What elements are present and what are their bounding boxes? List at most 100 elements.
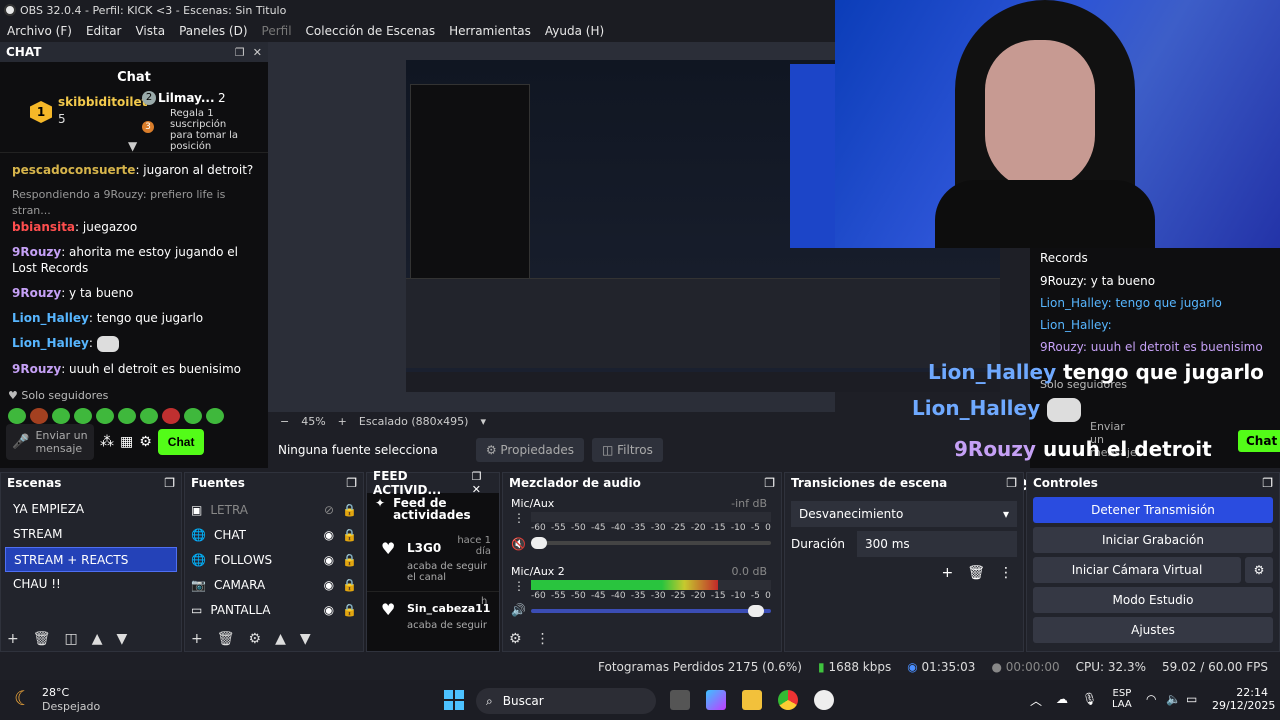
onedrive-icon[interactable]: ☁ (1056, 692, 1068, 706)
menu-icon[interactable]: ⋮ (999, 565, 1013, 581)
undock-icon[interactable]: ❐ (346, 476, 357, 490)
source-item[interactable]: 🌐 FOLLOWS ◉ 🔒 (185, 547, 363, 572)
obs-taskbar-icon[interactable] (814, 690, 834, 710)
volume-slider[interactable] (531, 537, 771, 549)
undock-icon[interactable]: ❐ (472, 470, 482, 483)
chat-dock: CHAT ❐ ✕ Chat 1 skibbiditoilet 5 2 Lilmay… (0, 42, 268, 468)
undock-icon[interactable]: ❐ (1006, 476, 1017, 490)
visibility-icon[interactable]: ◉ (324, 553, 334, 567)
chat-input[interactable]: 🎤 Enviar un mensaje (6, 424, 94, 460)
clock[interactable]: 22:14 29/12/2025 (1212, 686, 1275, 712)
scene-item[interactable]: CHAU !! (5, 572, 177, 597)
undock-icon[interactable]: ❐ (164, 476, 175, 490)
volume-icon[interactable]: 🔈 (1166, 692, 1181, 706)
gear-icon[interactable]: ⚙ (509, 631, 522, 647)
tray-chevron-icon[interactable]: ︿ (1030, 692, 1042, 709)
visibility-icon[interactable]: ◉ (324, 603, 334, 617)
channel-menu-icon[interactable]: ⋮ (513, 579, 525, 593)
source-item[interactable]: ▭ PANTALLA ◉ 🔒 (185, 597, 363, 622)
store-icon[interactable]: ▦ (120, 434, 133, 450)
move-up-icon[interactable]: ▲ (275, 631, 286, 647)
speaker-icon[interactable]: 🔊 (511, 603, 526, 617)
close-icon[interactable]: ✕ (253, 46, 262, 59)
muted-speaker-icon[interactable]: 🔇 (511, 537, 526, 551)
microphone-icon[interactable]: 🎙 (1082, 692, 1097, 706)
menu-icon[interactable]: ⋮ (536, 631, 550, 647)
weather-icon[interactable]: ☾ (14, 686, 32, 710)
taskbar-search[interactable]: ⌕ Buscar (476, 688, 656, 714)
menu-perfil[interactable]: Perfil (255, 24, 299, 38)
menu-ayuda[interactable]: Ayuda (H) (538, 24, 611, 38)
scene-item[interactable]: YA EMPIEZA (5, 497, 177, 522)
filters-button[interactable]: ◫ Filtros (592, 438, 663, 462)
stop-streaming-button[interactable]: Detener Transmisión (1033, 497, 1273, 523)
trash-icon[interactable]: 🗑 (33, 631, 51, 647)
windows-start-icon[interactable] (444, 690, 464, 710)
zoom-out-button[interactable]: − (280, 415, 289, 428)
undock-icon[interactable]: ❐ (235, 46, 245, 59)
lock-icon[interactable]: 🔒 (342, 553, 357, 567)
menu-editar[interactable]: Editar (79, 24, 129, 38)
zoom-in-button[interactable]: + (338, 415, 347, 428)
gear-icon[interactable]: ⚙ (249, 631, 262, 647)
close-icon[interactable]: ✕ (472, 483, 481, 496)
duration-input[interactable]: 300 ms (857, 531, 1017, 557)
lock-icon[interactable]: 🔒 (342, 578, 357, 592)
copilot-icon[interactable] (706, 690, 726, 710)
trash-icon[interactable]: 🗑 (217, 631, 235, 647)
undock-icon[interactable]: ❐ (1262, 476, 1273, 490)
wifi-icon[interactable]: ◠ (1146, 692, 1156, 706)
properties-button[interactable]: ⚙ Propiedades (475, 438, 584, 462)
channel-menu-icon[interactable]: ⋮ (513, 511, 525, 525)
virtual-camera-settings-icon[interactable]: ⚙ (1245, 557, 1273, 583)
add-icon[interactable]: + (941, 565, 953, 581)
menu-coleccion[interactable]: Colección de Escenas (299, 24, 443, 38)
volume-slider[interactable] (531, 605, 771, 617)
microphone-icon[interactable]: 🎤 (12, 434, 29, 450)
scene-item-selected[interactable]: STREAM + REACTS (5, 547, 177, 572)
source-item[interactable]: ▣ LETRA ⊘ 🔒 (185, 497, 363, 522)
lock-icon[interactable]: 🔒 (342, 528, 357, 542)
add-icon[interactable]: + (7, 631, 19, 647)
scaling-label[interactable]: Escalado (880x495) (359, 415, 469, 428)
text-icon: ▣ (191, 502, 203, 517)
lock-icon[interactable]: 🔒 (342, 503, 357, 517)
transition-select[interactable]: Desvanecimiento ▾ (791, 501, 1017, 527)
task-view-icon[interactable] (670, 690, 690, 710)
scene-item[interactable]: STREAM (5, 522, 177, 547)
file-explorer-icon[interactable] (742, 690, 762, 710)
move-down-icon[interactable]: ▼ (117, 631, 128, 647)
settings-gear-icon[interactable]: ⚙ (139, 434, 152, 450)
expand-icon[interactable]: ▼ (128, 139, 137, 153)
weather-temp[interactable]: 28°C (42, 686, 69, 699)
emote-picker-icon[interactable]: ⁂ (100, 434, 114, 450)
trash-icon[interactable]: 🗑 (967, 565, 985, 581)
chat-send-button[interactable]: Chat (157, 429, 205, 455)
studio-mode-button[interactable]: Modo Estudio (1033, 587, 1273, 613)
move-up-icon[interactable]: ▲ (92, 631, 103, 647)
add-icon[interactable]: + (191, 631, 203, 647)
menu-vista[interactable]: Vista (128, 24, 172, 38)
start-virtual-camera-button[interactable]: Iniciar Cámara Virtual (1033, 557, 1241, 583)
input-language[interactable]: ESP LAA (1112, 688, 1132, 710)
lock-icon[interactable]: 🔒 (342, 603, 357, 617)
undock-icon[interactable]: ❐ (764, 476, 775, 490)
scaling-dropdown-icon[interactable]: ▾ (480, 415, 486, 428)
source-item[interactable]: 📷 CAMARA ◉ 🔒 (185, 572, 363, 597)
menu-paneles[interactable]: Paneles (D) (172, 24, 254, 38)
visibility-icon[interactable]: ◉ (324, 578, 334, 592)
move-down-icon[interactable]: ▼ (300, 631, 311, 647)
volume-knob[interactable] (747, 605, 764, 617)
menu-archivo[interactable]: Archivo (F) (0, 24, 79, 38)
weather-desc[interactable]: Despejado (42, 700, 100, 713)
volume-knob[interactable] (531, 537, 547, 549)
menu-herramientas[interactable]: Herramientas (442, 24, 538, 38)
battery-icon[interactable]: ▭ (1186, 692, 1197, 706)
filter-icon[interactable]: ◫ (65, 631, 78, 647)
settings-button[interactable]: Ajustes (1033, 617, 1273, 643)
source-item[interactable]: 🌐 CHAT ◉ 🔒 (185, 522, 363, 547)
visibility-icon[interactable]: ◉ (324, 528, 334, 542)
start-recording-button[interactable]: Iniciar Grabación (1033, 527, 1273, 553)
chrome-icon[interactable] (778, 690, 798, 710)
visibility-hidden-icon[interactable]: ⊘ (324, 503, 334, 517)
